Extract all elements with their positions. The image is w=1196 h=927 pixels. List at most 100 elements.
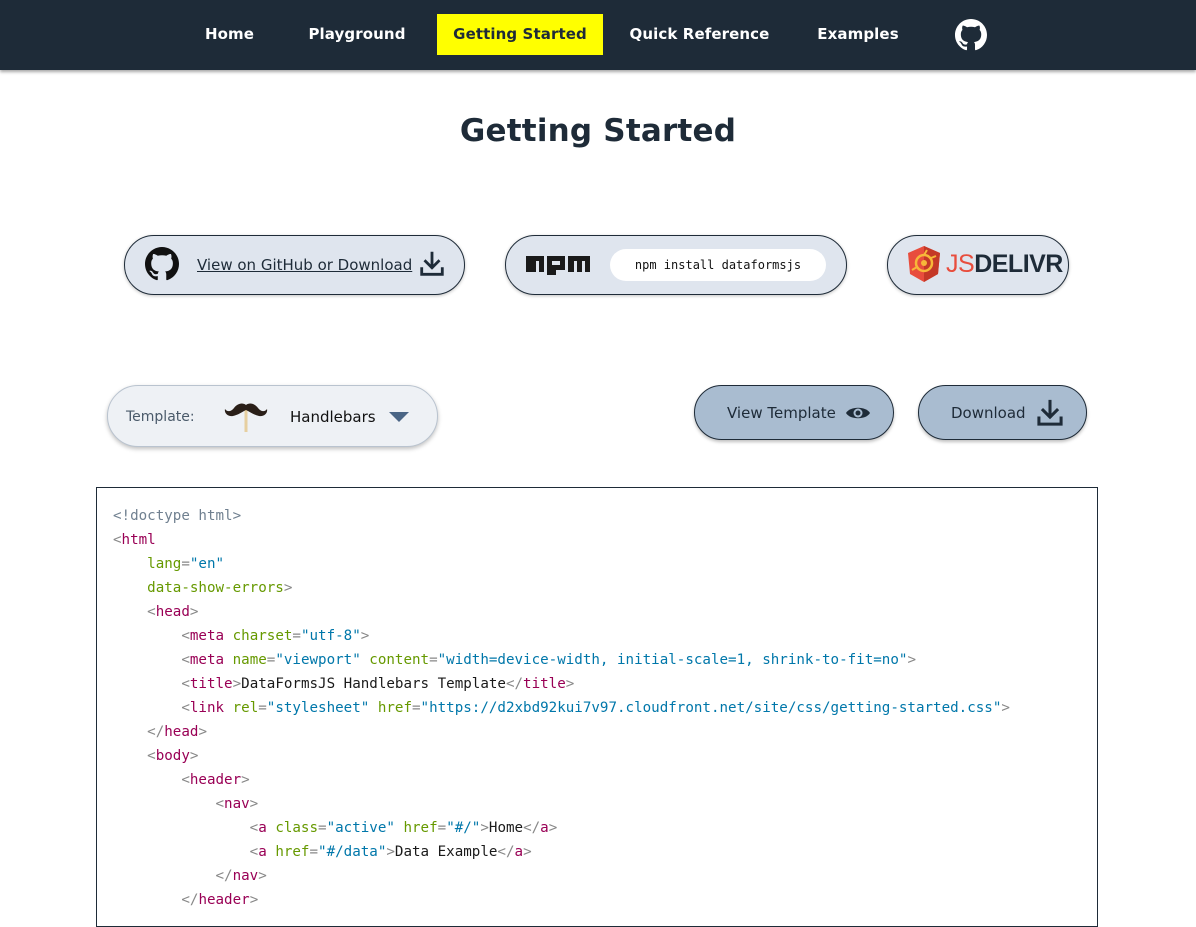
code-token: a <box>258 844 267 860</box>
github-download-link[interactable]: View on GitHub or Download <box>124 235 465 295</box>
code-token: > <box>241 772 250 788</box>
code-token: "#/" <box>446 820 481 836</box>
code-line: <meta name="viewport" content="width=dev… <box>113 648 916 672</box>
code-token: Home <box>488 820 524 836</box>
code-token: head <box>155 604 190 620</box>
github-link-text[interactable]: View on GitHub or Download <box>197 256 412 274</box>
nav-link-examples[interactable]: Examples <box>803 14 913 55</box>
code-line: </header> <box>113 888 258 912</box>
top-navigation: Home Playground Getting Started Quick Re… <box>0 0 1196 70</box>
template-label: Template: <box>126 409 195 425</box>
npm-install-command[interactable]: npm install dataformsjs <box>610 249 826 281</box>
code-token: = <box>258 700 267 716</box>
code-line: <body> <box>113 744 198 768</box>
code-token: class <box>275 820 319 836</box>
download-button[interactable]: Download <box>918 385 1087 440</box>
view-template-label: View Template <box>727 404 836 422</box>
template-select[interactable]: Template: Handlebars <box>107 385 438 447</box>
code-token: > <box>198 724 207 740</box>
code-line: <html <box>113 528 156 552</box>
code-token: header <box>198 892 250 908</box>
code-token: = <box>429 652 438 668</box>
code-token: "width=device-width, initial-scale=1, sh… <box>437 652 908 668</box>
nav-link-quick-reference[interactable]: Quick Reference <box>618 14 781 55</box>
code-token: "viewport" <box>275 652 361 668</box>
code-token: > <box>232 676 242 692</box>
code-token: < <box>181 652 190 668</box>
code-token: > <box>480 820 489 836</box>
code-token: data-show-errors <box>147 580 284 596</box>
nav-link-getting-started[interactable]: Getting Started <box>437 14 603 55</box>
code-token: href <box>275 844 310 860</box>
code-token: > <box>189 604 199 620</box>
jsdelivr-js: JS <box>946 250 975 278</box>
code-token: > <box>249 892 259 908</box>
nav-link-home[interactable]: Home <box>190 14 269 55</box>
code-token: > <box>1001 700 1010 716</box>
code-token: "active" <box>326 820 395 836</box>
code-token: = <box>181 556 190 572</box>
code-token: < <box>181 700 190 716</box>
code-token: title <box>189 676 233 692</box>
code-line: <head> <box>113 600 198 624</box>
code-line: <title>DataFormsJS Handlebars Template</… <box>113 672 574 696</box>
mustache-icon <box>224 403 268 432</box>
code-token: < <box>215 796 225 812</box>
npm-logo-icon <box>526 256 590 275</box>
code-token: title <box>523 676 566 692</box>
code-token: name <box>232 652 267 668</box>
code-token: > <box>189 748 199 764</box>
chevron-down-icon <box>389 412 409 422</box>
code-token: </ <box>523 820 541 836</box>
code-token: "https://d2xbd92kui7v97.cloudfront.net/s… <box>420 700 1002 716</box>
code-line: <a href="#/data">Data Example</a> <box>113 840 532 864</box>
code-token: a <box>540 820 549 836</box>
code-token: lang <box>147 556 182 572</box>
code-token: > <box>565 676 575 692</box>
code-token: charset <box>232 628 293 644</box>
code-token: a <box>258 820 267 836</box>
code-line: <nav> <box>113 792 259 816</box>
code-token: meta <box>189 628 225 644</box>
code-token: < <box>113 532 122 548</box>
code-line: <meta charset="utf-8"> <box>113 624 369 648</box>
code-token: > <box>258 868 267 884</box>
template-value: Handlebars <box>290 408 376 426</box>
code-token: = <box>309 844 319 860</box>
code-token: a <box>514 844 524 860</box>
page-title: Getting Started <box>459 113 737 149</box>
code-token: DataFormsJS Handlebars Template <box>241 676 506 692</box>
code-token: > <box>249 796 259 812</box>
code-line: </nav> <box>113 864 267 888</box>
view-template-button[interactable]: View Template <box>694 385 894 440</box>
code-line: <link rel="stylesheet" href="https://d2x… <box>113 696 1010 720</box>
code-token: nav <box>224 796 250 812</box>
code-token: </ <box>215 868 233 884</box>
download-icon <box>1037 399 1063 426</box>
code-token: </ <box>505 676 524 692</box>
code-token: > <box>548 820 558 836</box>
code-token: "en" <box>189 556 225 572</box>
github-icon[interactable] <box>955 19 987 51</box>
jsdelivr-link[interactable]: JSDELIVR <box>887 235 1069 295</box>
code-token: > <box>360 628 370 644</box>
code-token: link <box>189 700 225 716</box>
code-token: <!doctype html> <box>113 508 242 524</box>
code-viewer[interactable]: <!doctype html> <html lang="en" data-show… <box>96 487 1098 927</box>
code-token: nav <box>232 868 259 884</box>
code-token: > <box>386 844 395 860</box>
nav-link-playground[interactable]: Playground <box>293 14 421 55</box>
